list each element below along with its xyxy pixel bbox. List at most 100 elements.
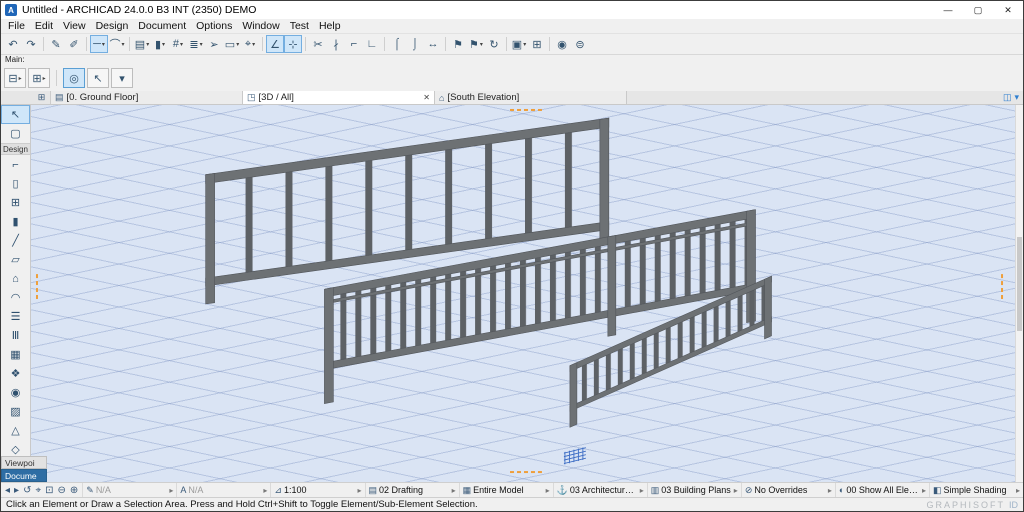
- share-icon[interactable]: ⊜: [571, 35, 589, 53]
- object-tool-icon[interactable]: ❖: [1, 364, 30, 383]
- pan-indicator-top[interactable]: [510, 109, 542, 111]
- grid-snap-icon[interactable]: #: [169, 35, 187, 53]
- pan-indicator-right[interactable]: [1001, 274, 1003, 299]
- tab-list-icon[interactable]: ▾: [1014, 92, 1019, 103]
- scrollbar-thumb[interactable]: [1017, 237, 1022, 331]
- curtain-wall-tool-icon[interactable]: ▦: [1, 345, 30, 364]
- quick-3d-style[interactable]: ◧ Simple Shading ▸: [929, 483, 1023, 497]
- menu-item[interactable]: Test: [285, 19, 314, 33]
- line-type-icon[interactable]: ─: [90, 35, 108, 53]
- menu-item[interactable]: Document: [133, 19, 191, 33]
- tab-overview-button[interactable]: ⊞: [33, 91, 51, 104]
- slab-tool-icon[interactable]: ▱: [1, 250, 30, 269]
- content-area: ↖▢ Design ⌐▯⊞▮╱▱⌂◠☰Ⅲ▦❖◉▨△◇ Viewpoi Docum…: [1, 105, 1023, 482]
- corner-down-icon[interactable]: ⌡: [406, 35, 424, 53]
- quick-structure-display[interactable]: ▦ Entire Model ▸: [459, 483, 553, 497]
- maximize-button[interactable]: ▢: [963, 1, 993, 19]
- 3d-viewport[interactable]: [31, 105, 1015, 482]
- fillet-icon[interactable]: ∟: [363, 35, 381, 53]
- toolbar-options-icon[interactable]: ▾: [111, 68, 133, 88]
- pickup-parameters-icon[interactable]: ✎: [47, 35, 65, 53]
- viewpoint-panel-tab[interactable]: Viewpoi: [1, 456, 47, 469]
- quick-renovation-filter[interactable]: ◐ 00 Show All Elem... ▸: [835, 483, 929, 497]
- quick-pen-set[interactable]: ⚓ 03 Architectural 1... ▸: [553, 483, 647, 497]
- toolbox-section-design[interactable]: Design: [1, 143, 30, 155]
- redo-icon[interactable]: ↷: [22, 35, 40, 53]
- zoom-out-icon[interactable]: ⊖: [57, 485, 65, 496]
- zone-tool-icon[interactable]: ▨: [1, 402, 30, 421]
- pan-indicator-left[interactable]: [36, 274, 38, 299]
- window-tool-icon[interactable]: ⊞: [1, 193, 30, 212]
- explore-mode-icon[interactable]: ⌖: [35, 485, 41, 496]
- forward-icon[interactable]: ▸: [14, 485, 19, 496]
- tab-south-elevation[interactable]: ⌂ [South Elevation]: [435, 91, 627, 104]
- explore-arrow-icon[interactable]: ↖: [87, 68, 109, 88]
- undo-icon[interactable]: ↶: [4, 35, 22, 53]
- quick-scale-option[interactable]: ⊿ 1:100 ▸: [270, 483, 364, 497]
- pan-indicator-bottom[interactable]: [510, 471, 542, 473]
- show-palettes-icon[interactable]: ⊟: [4, 68, 26, 88]
- vertical-scrollbar[interactable]: [1015, 105, 1023, 482]
- quick-graphic-override[interactable]: ⊘ No Overrides ▸: [741, 483, 835, 497]
- arrow-tool-icon[interactable]: ↖: [1, 105, 30, 124]
- quick-layer-combination[interactable]: ▤ 02 Drafting ▸: [365, 483, 459, 497]
- orbit-mode-icon[interactable]: ↺: [23, 485, 31, 496]
- document-panel-tab[interactable]: Docume: [1, 469, 47, 482]
- stair-tool-icon[interactable]: ☰: [1, 307, 30, 326]
- roof-tool-icon[interactable]: ⌂: [1, 269, 30, 288]
- zoom-in-icon[interactable]: ⊕: [70, 485, 78, 496]
- lamp-tool-icon[interactable]: ◉: [1, 383, 30, 402]
- element-id-icon[interactable]: ▣: [510, 35, 528, 53]
- layers-icon[interactable]: ▤: [133, 35, 151, 53]
- quick-layout-book[interactable]: ▥ 03 Building Plans ▸: [647, 483, 741, 497]
- menu-item[interactable]: Window: [237, 19, 284, 33]
- favorites-icon[interactable]: ⚑: [467, 35, 485, 53]
- split-icon[interactable]: ∤: [327, 35, 345, 53]
- marquee-tool-icon[interactable]: ▢: [1, 124, 30, 143]
- trim-icon[interactable]: ✂: [309, 35, 327, 53]
- schedule-icon[interactable]: ⊞: [528, 35, 546, 53]
- quick-text-option[interactable]: A N/A ▸: [176, 483, 270, 497]
- tab-close-icon[interactable]: ✕: [423, 93, 430, 102]
- inject-parameters-icon[interactable]: ✐: [65, 35, 83, 53]
- back-icon[interactable]: ◂: [5, 485, 10, 496]
- beam-tool-icon[interactable]: ╱: [1, 231, 30, 250]
- adjust-icon[interactable]: ⌐: [345, 35, 363, 53]
- shell-tool-icon[interactable]: ◠: [1, 288, 30, 307]
- menu-item[interactable]: View: [58, 19, 91, 33]
- menu-item[interactable]: Edit: [30, 19, 58, 33]
- close-button[interactable]: ✕: [993, 1, 1023, 19]
- arc-type-icon[interactable]: ⌒: [108, 35, 126, 53]
- orbit-icon[interactable]: ◎: [63, 68, 85, 88]
- selection-arrow-icon[interactable]: ➢: [205, 35, 223, 53]
- collaborate-icon[interactable]: ◉: [553, 35, 571, 53]
- menu-item[interactable]: Help: [314, 19, 346, 33]
- menu-item[interactable]: Options: [191, 19, 237, 33]
- snap-guides-icon[interactable]: ⊹: [284, 35, 302, 53]
- fit-in-window-icon[interactable]: ⊡: [45, 485, 53, 496]
- flag-icon[interactable]: ⚑: [449, 35, 467, 53]
- mesh-tool-icon[interactable]: △: [1, 421, 30, 440]
- snap-grid-icon[interactable]: ≣: [187, 35, 205, 53]
- pen-set-icon[interactable]: ▮: [151, 35, 169, 53]
- menu-item[interactable]: File: [3, 19, 30, 33]
- column-tool-icon[interactable]: ▮: [1, 212, 30, 231]
- wall-tool-icon[interactable]: ⌐: [1, 155, 30, 174]
- toolbox: ↖▢ Design ⌐▯⊞▮╱▱⌂◠☰Ⅲ▦❖◉▨△◇: [1, 105, 31, 482]
- new-tab-icon[interactable]: ⊞: [28, 68, 50, 88]
- marquee-mode-icon[interactable]: ▭: [223, 35, 241, 53]
- rotate-icon[interactable]: ↻: [485, 35, 503, 53]
- tab-ground-floor[interactable]: ▤ [0. Ground Floor]: [51, 91, 243, 104]
- gravity-icon[interactable]: ⌖: [241, 35, 259, 53]
- resize-icon[interactable]: ↔: [424, 35, 442, 53]
- pop-up-navigator-icon[interactable]: ◫: [1003, 92, 1012, 103]
- minimize-button[interactable]: —: [933, 1, 963, 19]
- menu-item[interactable]: Design: [91, 19, 134, 33]
- guide-lines-icon[interactable]: ∠: [266, 35, 284, 53]
- railing-tool-icon[interactable]: Ⅲ: [1, 326, 30, 345]
- corner-up-icon[interactable]: ⌠: [388, 35, 406, 53]
- quick-pen-option[interactable]: ✎ N/A ▸: [82, 483, 176, 497]
- door-tool-icon[interactable]: ▯: [1, 174, 30, 193]
- tab-3d-all[interactable]: ◳ [3D / All] ✕: [243, 91, 435, 104]
- chevron-right-icon: ▸: [640, 486, 644, 495]
